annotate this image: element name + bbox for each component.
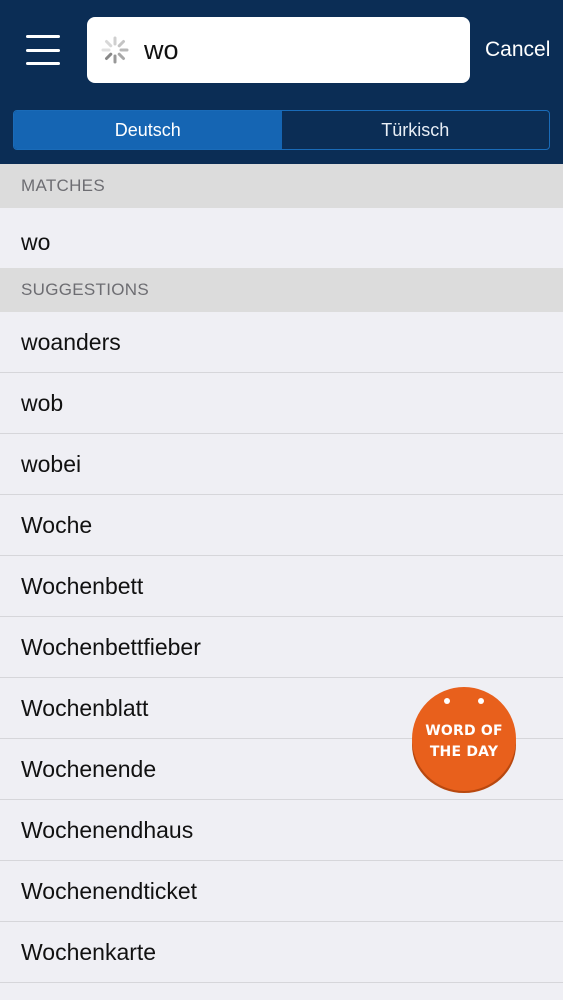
tab-deutsch[interactable]: Deutsch [14,111,282,149]
suggestion-row[interactable]: Wochenbett [0,556,563,617]
word-of-the-day-label: WORD OF THE DAY [425,723,503,760]
language-segmented-control: Deutsch Türkisch [13,110,550,150]
matches-section-header: MATCHES [0,164,563,208]
loading-spinner-icon [101,36,129,64]
match-row[interactable]: wo [0,208,563,268]
suggestion-row[interactable]: Wochenbettfieber [0,617,563,678]
search-field[interactable]: wo [87,17,470,83]
suggestion-row[interactable]: Wochenendticket [0,861,563,922]
suggestion-row[interactable]: Wochenkarte [0,922,563,983]
suggestion-row[interactable]: wob [0,373,563,434]
top-bar: wo Cancel Deutsch Türkisch [0,0,563,164]
suggestion-row[interactable]: Wochenendhaus [0,800,563,861]
cancel-button[interactable]: Cancel [485,30,550,70]
word-of-the-day-button[interactable]: WORD OF THE DAY [411,687,517,793]
suggestions-section-header: SUGGESTIONS [0,268,563,312]
tab-tuerkisch[interactable]: Türkisch [282,111,550,149]
suggestion-row[interactable]: wobei [0,434,563,495]
hamburger-menu-icon[interactable] [26,35,60,65]
suggestion-row[interactable]: Woche [0,495,563,556]
search-input[interactable]: wo [144,17,179,83]
suggestion-row[interactable]: woanders [0,312,563,373]
